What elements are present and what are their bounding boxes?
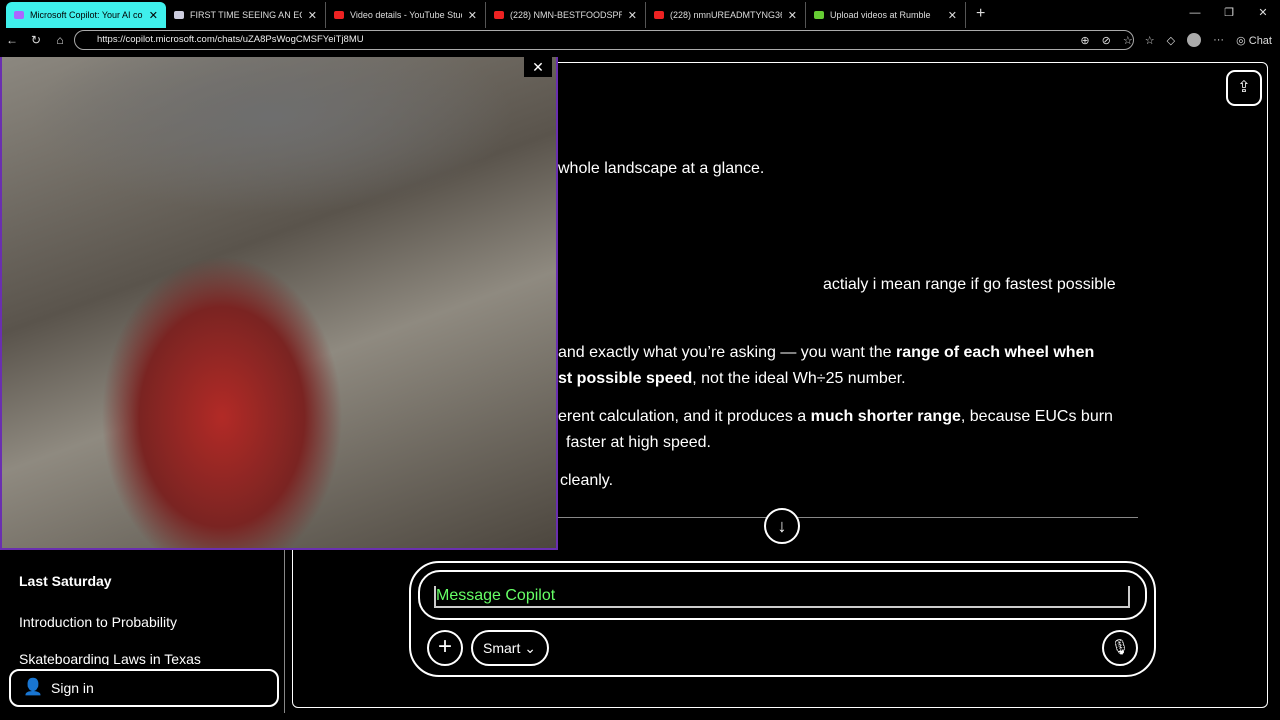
restore-button[interactable]: ❐ (1212, 0, 1246, 26)
refresh-icon[interactable]: ↻ (24, 33, 48, 47)
bold-text: range of each wheel when (895, 344, 1095, 361)
sidebar-section-heading: Last Saturday (19, 573, 112, 589)
close-tab-icon[interactable]: ✕ (948, 9, 957, 22)
divider (558, 517, 1138, 518)
assistant-text: and exactly what you’re asking — you wan… (558, 340, 1094, 366)
bold-text: much shorter range (810, 408, 961, 425)
text: and exactly what you’re asking — you wan… (558, 344, 896, 361)
tracking-icon[interactable]: ⊘ (1102, 34, 1111, 47)
youtube-icon (334, 11, 344, 19)
youtube-icon (494, 11, 504, 19)
message-input[interactable] (434, 586, 1130, 608)
tab-title: Upload videos at Rumble (830, 10, 931, 20)
close-tab-icon[interactable]: ✕ (468, 9, 477, 22)
close-tab-icon[interactable]: ✕ (308, 9, 317, 22)
mode-select[interactable]: Smart ⌄ (471, 630, 549, 666)
assistant-text: cleanly. (560, 472, 614, 489)
assistant-text: erent calculation, and it produces a muc… (558, 404, 1113, 430)
user-message: actialy i mean range if go fastest possi… (823, 276, 1116, 293)
assistant-text: st possible speed, not the ideal Wh÷25 n… (558, 366, 906, 392)
sidebar-item-conversation[interactable]: Introduction to Probability (19, 614, 177, 630)
sidebar-item-conversation[interactable]: Skateboarding Laws in Texas (19, 651, 201, 665)
address-bar-row: ← ↻ ⌂ https://copilot.microsoft.com/chat… (0, 28, 1280, 52)
sign-in-label: Sign in (51, 680, 94, 696)
composer: + Smart ⌄ 🎙 (409, 561, 1156, 677)
close-tab-icon[interactable]: ✕ (628, 9, 637, 22)
zoom-icon[interactable]: ⊕ (1080, 34, 1089, 47)
minimize-button[interactable]: — (1178, 0, 1212, 26)
sidebar-scrollbar[interactable] (284, 548, 290, 713)
user-icon: 👤 (23, 679, 43, 696)
tab-bar: Microsoft Copilot: Your AI compan ✕ FIRST… (0, 0, 1280, 28)
close-tab-icon[interactable]: ✕ (149, 9, 158, 22)
text: , not the ideal Wh÷25 number. (692, 370, 906, 387)
chat-label: Chat (1248, 34, 1272, 47)
back-icon[interactable]: ← (0, 33, 24, 47)
message-box (418, 570, 1147, 620)
arrow-down-icon: ↓ (777, 516, 787, 536)
share-icon: ⇪ (1237, 79, 1251, 96)
plus-icon: + (437, 633, 452, 660)
close-window-button[interactable]: ✕ (1246, 0, 1280, 26)
mode-label: Smart (483, 640, 521, 656)
tab-rumble[interactable]: Upload videos at Rumble ✕ (806, 2, 966, 28)
favorite-star-icon[interactable]: ☆ (1123, 34, 1133, 47)
microphone-button[interactable]: 🎙 (1102, 630, 1138, 666)
copilot-favicon-icon (14, 11, 24, 19)
tab-title: (228) NMN-BESTFOODSPROGRESS (510, 10, 622, 20)
tab-copilot[interactable]: Microsoft Copilot: Your AI compan ✕ (6, 2, 166, 28)
tab-title: Microsoft Copilot: Your AI compan (30, 10, 143, 20)
shield-icon[interactable]: ◇ (1167, 34, 1175, 47)
close-tab-icon[interactable]: ✕ (788, 9, 797, 22)
assistant-text: whole landscape at a glance. (558, 160, 765, 177)
tab-youtube-studio[interactable]: Video details - YouTube Studio ✕ (326, 2, 486, 28)
chevron-down-icon: ⌄ (524, 640, 536, 656)
add-button[interactable]: + (427, 630, 463, 666)
tab-title: FIRST TIME SEEING AN ECLIPSE W (190, 10, 302, 20)
text: , because EUCs burn (960, 408, 1113, 425)
profile-avatar[interactable] (1187, 33, 1202, 47)
close-video-button[interactable]: ✕ (524, 57, 552, 77)
more-icon[interactable]: ··· (1213, 34, 1224, 46)
new-tab-button[interactable]: + (966, 2, 995, 28)
assistant-text: faster at high speed. (566, 434, 711, 451)
sign-in-button[interactable]: 👤 Sign in (9, 669, 279, 707)
youtube-icon (654, 11, 664, 19)
favicon-icon (174, 11, 184, 19)
microphone-icon: 🎙 (1110, 639, 1130, 656)
copilot-chat-button[interactable]: ◎ Chat (1236, 34, 1272, 47)
text: erent calculation, and it produces a (558, 408, 811, 425)
tab-title: Video details - YouTube Studio (350, 10, 462, 20)
share-button[interactable]: ⇪ (1226, 70, 1262, 106)
bold-text: st possible speed (558, 370, 693, 387)
tab-title: (228) nmnUREADMTYNG36HARVA (670, 10, 782, 20)
url-input[interactable]: https://copilot.microsoft.com/chats/uZA8… (74, 30, 1134, 50)
page-scrollbar[interactable] (1268, 62, 1276, 672)
favorites-icon[interactable]: ☆ (1145, 34, 1155, 47)
tab-eclipse[interactable]: FIRST TIME SEEING AN ECLIPSE W ✕ (166, 2, 326, 28)
rumble-icon (814, 11, 824, 19)
webcam-video-overlay[interactable] (0, 57, 558, 550)
tab-youtube-1[interactable]: (228) NMN-BESTFOODSPROGRESS ✕ (486, 2, 646, 28)
copilot-icon: ◎ (1236, 34, 1246, 47)
tab-youtube-2[interactable]: (228) nmnUREADMTYNG36HARVA ✕ (646, 2, 806, 28)
scroll-down-button[interactable]: ↓ (764, 508, 800, 544)
home-icon[interactable]: ⌂ (48, 33, 72, 47)
